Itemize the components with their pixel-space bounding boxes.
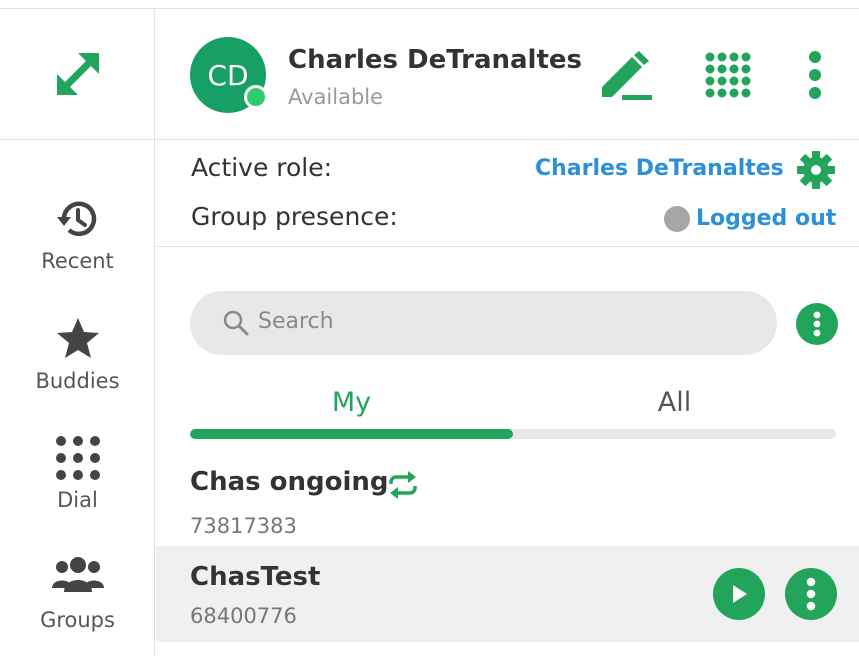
tab-all[interactable]: All — [513, 387, 836, 418]
roles-section: Active role: Charles DeTranaltes Group p… — [156, 140, 859, 247]
nav-buddies[interactable]: Buddies — [0, 315, 155, 393]
sync-icon — [389, 471, 417, 499]
search-input[interactable]: Search — [258, 309, 334, 334]
more-vertical-icon — [813, 311, 821, 337]
group-presence-label: Group presence: — [191, 202, 398, 231]
search-options-button[interactable] — [796, 303, 838, 345]
list-item[interactable]: Chas ongoing 73817383 — [156, 459, 859, 545]
pencil-icon[interactable] — [598, 51, 654, 101]
tab-indicator-fill — [190, 429, 513, 439]
nav-dial[interactable]: Dial — [0, 434, 155, 512]
play-icon — [733, 585, 747, 603]
list-item-number: 73817383 — [190, 514, 297, 538]
presence-status-dot — [664, 206, 690, 232]
play-button[interactable] — [713, 568, 765, 620]
groups-icon — [51, 557, 104, 592]
star-icon — [56, 318, 99, 358]
profile-name: Charles DeTranaltes — [288, 45, 582, 75]
expand-icon — [56, 53, 99, 95]
history-icon — [56, 201, 96, 236]
nav-groups-label: Groups — [40, 608, 115, 632]
nav-recent-label: Recent — [41, 249, 114, 273]
avatar[interactable]: CD — [190, 37, 268, 113]
nav-buddies-label: Buddies — [35, 369, 120, 393]
tab-indicator — [190, 429, 836, 439]
item-more-button[interactable] — [785, 568, 837, 620]
expand-button[interactable] — [0, 9, 155, 140]
active-role-link[interactable]: Charles DeTranaltes — [535, 156, 784, 181]
more-vertical-icon — [806, 577, 816, 611]
more-vertical-icon[interactable] — [805, 50, 825, 100]
nav-groups[interactable]: Groups — [0, 554, 155, 632]
nav-recent[interactable]: Recent — [0, 195, 155, 273]
group-presence-link[interactable]: Logged out — [696, 206, 836, 231]
search-box[interactable]: Search — [190, 291, 777, 355]
list-item-name: ChasTest — [190, 562, 321, 592]
grid-icon[interactable] — [704, 51, 752, 99]
main-panel: CD Charles DeTranaltes Available Active … — [156, 9, 859, 656]
list-item-selected[interactable]: ChasTest 68400776 — [156, 546, 859, 642]
profile-header: CD Charles DeTranaltes Available — [156, 9, 859, 140]
avatar-initials: CD — [207, 58, 249, 92]
tab-my[interactable]: My — [190, 387, 513, 418]
gear-icon[interactable] — [796, 150, 836, 190]
dialpad-icon — [55, 436, 100, 480]
left-rail: Recent Buddies Dial Groups — [0, 9, 155, 656]
search-icon — [223, 310, 249, 336]
active-role-label: Active role: — [191, 153, 333, 182]
profile-status[interactable]: Available — [288, 85, 383, 109]
list-item-number: 68400776 — [190, 604, 297, 628]
online-status-dot — [244, 85, 268, 109]
nav-dial-label: Dial — [57, 488, 98, 512]
list-item-name: Chas ongoing — [190, 467, 389, 497]
